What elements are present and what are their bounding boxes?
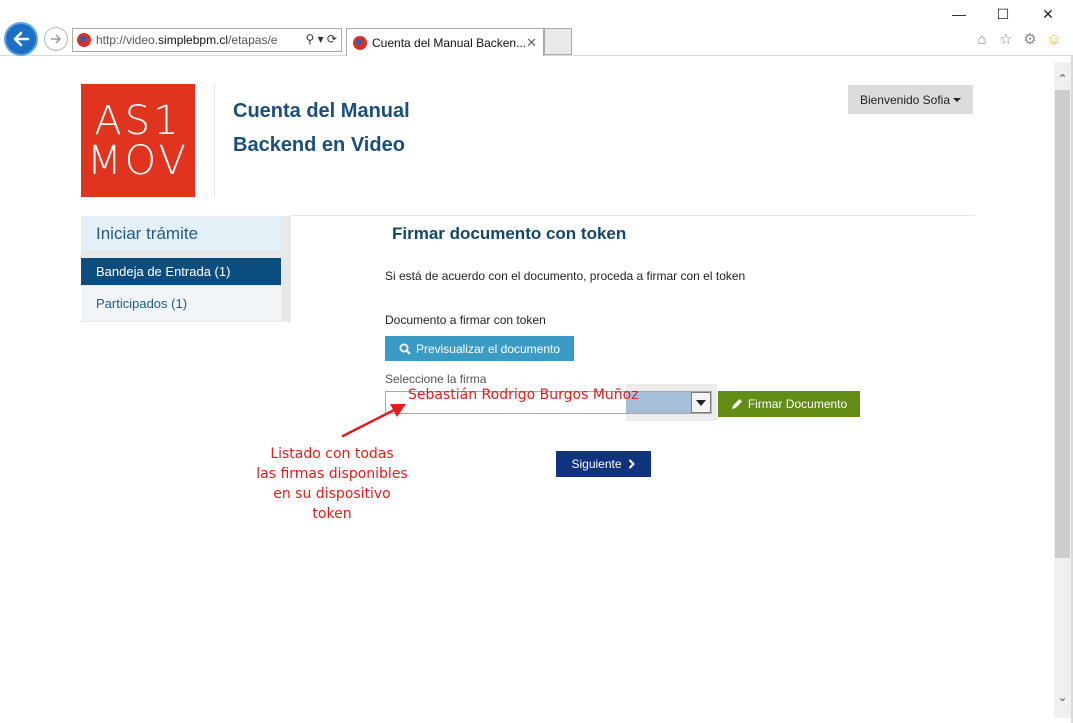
back-button[interactable] xyxy=(4,22,38,56)
close-window-icon[interactable]: ✕ xyxy=(1025,3,1071,25)
scroll-up-icon[interactable]: ⌃ xyxy=(1054,70,1071,88)
arrow-right-icon xyxy=(51,34,62,44)
user-menu-button[interactable]: Bienvenido Sofia xyxy=(848,85,973,114)
address-suffix: /etapas/e xyxy=(228,33,278,47)
feedback-smiley-icon[interactable]: ☺ xyxy=(1045,30,1063,48)
sidebar: Iniciar trámite Bandeja de Entrada (1) P… xyxy=(81,216,291,322)
selected-signature: Sebastián Rodrigo Burgos Muñoz xyxy=(408,387,639,403)
content-divider xyxy=(291,215,975,216)
instruction-text: Si está de acuerdo con el documento, pro… xyxy=(385,269,746,283)
maximize-icon[interactable]: ☐ xyxy=(980,3,1026,25)
document-label: Documento a firmar con token xyxy=(385,313,546,327)
address-host: simplebpm.cl xyxy=(158,33,229,47)
pencil-icon xyxy=(731,399,742,409)
search-icon xyxy=(399,343,411,355)
next-button-label: Siguiente xyxy=(571,457,622,471)
search-dropdown-icon[interactable]: ⚲ ▾ ⟳ xyxy=(305,32,337,46)
vertical-scrollbar[interactable]: ⌃ ⌄ xyxy=(1054,62,1071,718)
address-prefix: http://video. xyxy=(96,33,159,47)
sign-document-button[interactable]: Firmar Documento xyxy=(718,391,860,417)
tab-title: Cuenta del Manual Backen... xyxy=(372,35,527,50)
tab-favicon-icon xyxy=(353,35,367,50)
annotation-line-2: las firmas disponibles xyxy=(256,466,408,482)
annotation-line-3: en su dispositivo token xyxy=(273,486,391,522)
dropdown-arrow-icon[interactable] xyxy=(691,392,711,413)
favorites-star-icon[interactable]: ☆ xyxy=(997,30,1015,48)
settings-gear-icon[interactable]: ⚙ xyxy=(1021,30,1039,48)
new-tab-button[interactable] xyxy=(544,28,572,55)
page-title: Firmar documento con token xyxy=(392,224,627,243)
tab-close-icon[interactable]: ✕ xyxy=(526,35,537,51)
sign-button-label: Firmar Documento xyxy=(747,397,848,411)
logo-line-2: MOV xyxy=(87,137,189,184)
signature-select[interactable]: Sebastián Rodrigo Burgos Muñoz xyxy=(385,384,717,421)
welcome-label: Bienvenido Sofia xyxy=(859,92,951,107)
tab-active[interactable]: Cuenta del Manual Backen... ✕ xyxy=(346,28,544,56)
site-favicon-icon xyxy=(77,33,91,47)
sidebar-item-participados[interactable]: Participados (1) xyxy=(81,286,281,321)
caret-down-icon xyxy=(953,97,962,102)
preview-document-button[interactable]: Previsualizar el documento xyxy=(385,336,574,361)
sidebar-item-iniciar-tramite[interactable]: Iniciar trámite xyxy=(81,216,281,251)
chevron-right-icon xyxy=(628,459,635,469)
forward-button[interactable] xyxy=(44,27,68,51)
site-title: Cuenta del Manual Backend en Video xyxy=(233,100,410,156)
next-button[interactable]: Siguiente xyxy=(556,451,651,477)
address-bar[interactable]: http://video. simplebpm.cl/etapas/e ⚲ ▾ ⟳ xyxy=(72,28,342,52)
browser-chrome: — ☐ ✕ http://video. simplebpm.cl/etapas/e… xyxy=(0,0,1073,56)
scroll-down-icon[interactable]: ⌄ xyxy=(1054,688,1071,706)
home-icon[interactable]: ⌂ xyxy=(973,30,991,48)
annotation-line-1: Listado con todas xyxy=(270,446,394,462)
browser-toolbar: ⌂ ☆ ⚙ ☺ xyxy=(973,30,1063,49)
header-divider xyxy=(214,84,215,197)
preview-button-label: Previsualizar el documento xyxy=(415,341,561,356)
annotation-note: Listado con todas las firmas disponibles… xyxy=(252,444,412,524)
asimov-logo[interactable]: AS1 MOV xyxy=(81,84,195,197)
minimize-icon[interactable]: — xyxy=(936,3,982,25)
annotation-arrow-icon xyxy=(341,404,406,438)
arrow-left-icon xyxy=(13,31,30,47)
logo-line-1: AS1 xyxy=(94,97,182,144)
scroll-thumb[interactable] xyxy=(1055,90,1070,558)
sidebar-item-bandeja-entrada[interactable]: Bandeja de Entrada (1) xyxy=(81,258,281,285)
